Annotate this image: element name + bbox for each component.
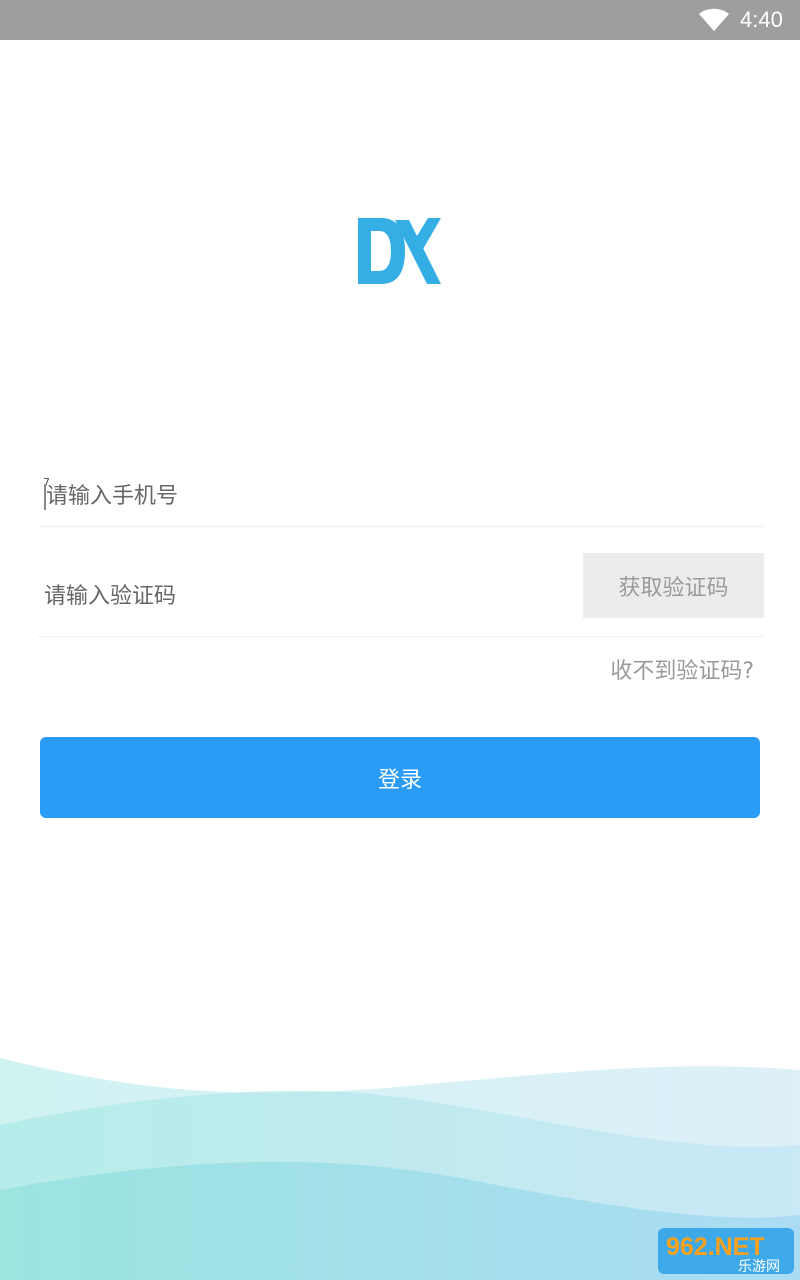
wifi-icon — [699, 8, 729, 31]
dx-logo-icon — [358, 218, 441, 284]
verification-code-input[interactable] — [44, 572, 564, 620]
login-button-label: 登录 — [377, 767, 422, 793]
status-time: 4:40 — [740, 7, 783, 32]
watermark-brand: 962.NET — [666, 1233, 765, 1261]
watermark-logo: 962.NET 乐游网 — [658, 1228, 794, 1275]
get-code-button[interactable]: 获取验证码 — [583, 553, 764, 618]
login-button[interactable]: 登录 — [40, 737, 760, 818]
no-code-link[interactable]: 收不到验证码? — [610, 654, 754, 690]
watermark-subtitle: 乐游网 — [738, 1259, 780, 1275]
status-bar: 4:40 — [0, 0, 800, 40]
phone-divider — [38, 526, 764, 527]
phone-input[interactable] — [44, 472, 762, 520]
code-divider — [38, 636, 764, 637]
login-screen: 4:40 7 获取验证码 收不到验证码? 登录 — [0, 0, 800, 1280]
